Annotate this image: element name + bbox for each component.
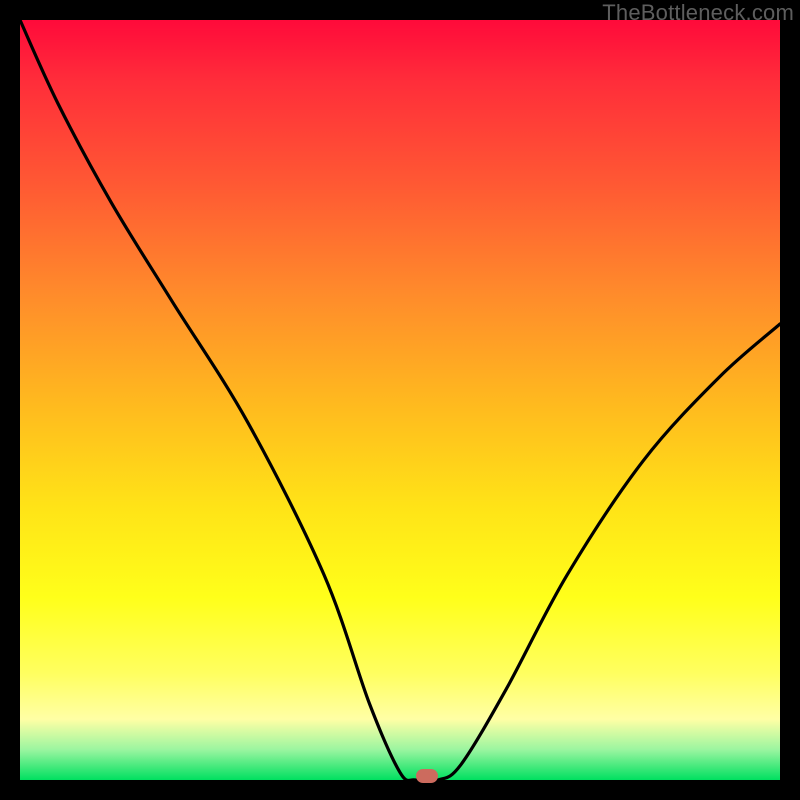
watermark-text: TheBottleneck.com [602, 0, 794, 26]
optimum-marker [416, 769, 438, 783]
chart-frame: TheBottleneck.com [0, 0, 800, 800]
bottleneck-curve [20, 20, 780, 780]
curve-path [20, 20, 780, 780]
plot-area [20, 20, 780, 780]
